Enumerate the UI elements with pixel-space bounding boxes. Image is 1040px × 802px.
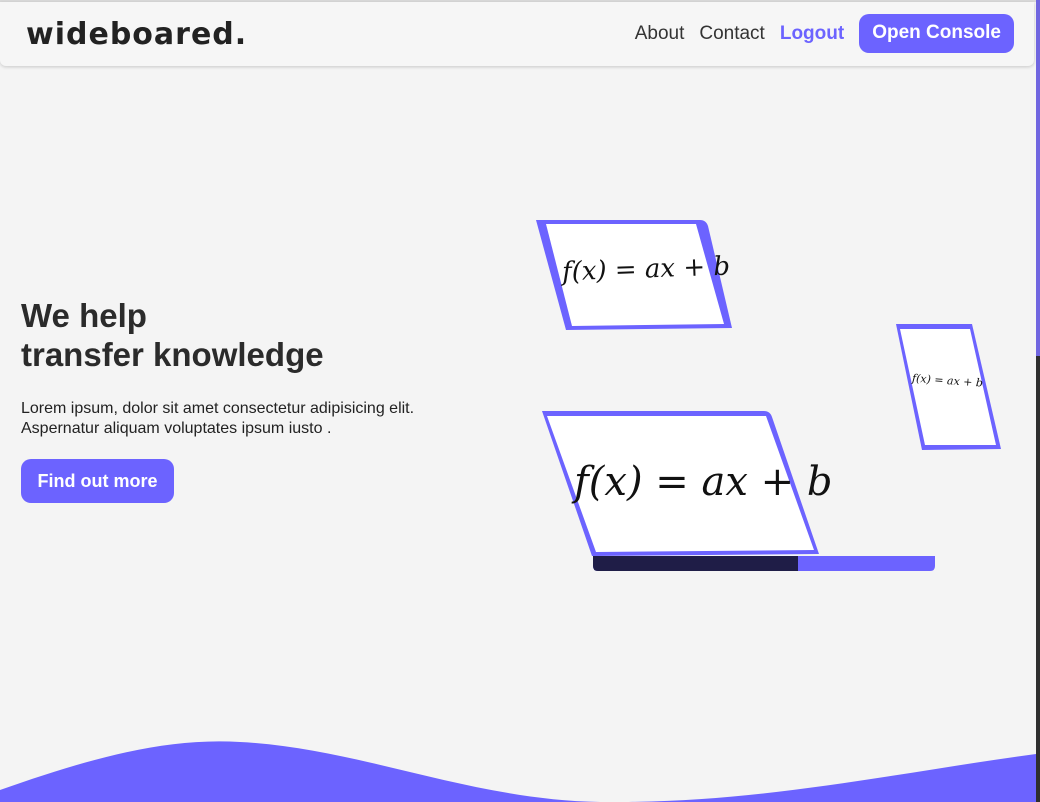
laptop-formula: f(x) = ax + b [571,459,832,505]
tablet-device: f(x) = ax + b [536,220,732,330]
scrollbar-track[interactable] [1036,0,1040,802]
phone-device: f(x) = ax + b [896,324,1001,450]
devices-illustration: f(x) = ax + b f(x) = ax + b f(x) = ax + … [536,220,1001,571]
tablet-formula: f(x) = ax + b [560,252,731,288]
laptop-device: f(x) = ax + b [542,411,935,571]
landing-page: wideboared. About Contact Logout Open Co… [0,0,1040,802]
scrollbar-thumb[interactable] [1036,0,1040,356]
footer-wave [0,741,1036,802]
